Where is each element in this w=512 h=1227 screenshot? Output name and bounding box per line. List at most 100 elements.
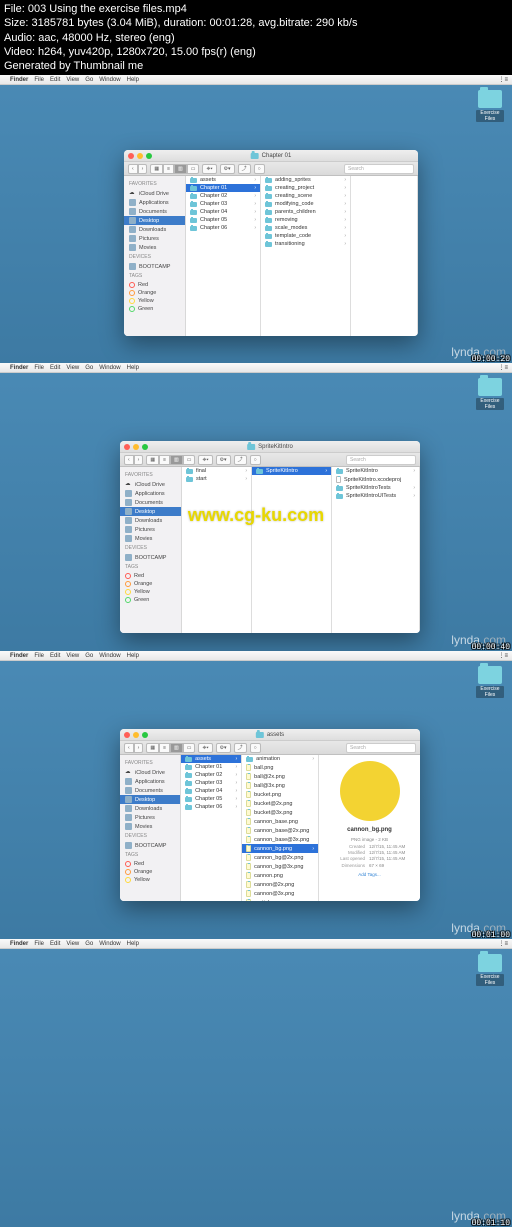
- column-row[interactable]: assets›: [186, 176, 260, 184]
- sidebar-icloud[interactable]: ☁iCloud Drive: [120, 480, 181, 489]
- column-row[interactable]: ball@2x.png: [242, 772, 318, 781]
- menu-edit[interactable]: Edit: [50, 653, 60, 659]
- sidebar-documents[interactable]: Documents: [124, 207, 185, 216]
- column-row[interactable]: ball@3x.png: [242, 781, 318, 790]
- sidebar-bootcamp[interactable]: BOOTCAMP: [120, 553, 181, 562]
- menu-help[interactable]: Help: [127, 365, 139, 371]
- sidebar-tag-yellow[interactable]: Yellow: [124, 297, 185, 305]
- sidebar-desktop[interactable]: Desktop: [124, 216, 185, 225]
- sidebar-movies[interactable]: Movies: [120, 534, 181, 543]
- menu-help[interactable]: Help: [127, 653, 139, 659]
- column-row[interactable]: SpriteKitIntro.xcodeproj: [332, 475, 419, 484]
- minimize-button[interactable]: [133, 732, 139, 738]
- view-icon-button[interactable]: ▦: [146, 743, 159, 753]
- menu-view[interactable]: View: [66, 941, 79, 947]
- sidebar-tag-yellow[interactable]: Yellow: [120, 876, 180, 884]
- column-row[interactable]: adding_sprites›: [261, 176, 350, 184]
- minimize-button[interactable]: [133, 444, 139, 450]
- search-input[interactable]: Search: [346, 455, 416, 465]
- column-row[interactable]: cannon@3x.png: [242, 889, 318, 898]
- menu-view[interactable]: View: [66, 365, 79, 371]
- column-row[interactable]: cannon_base@2x.png: [242, 826, 318, 835]
- column-row[interactable]: removing›: [261, 216, 350, 224]
- menu-view[interactable]: View: [66, 653, 79, 659]
- sidebar-pictures[interactable]: Pictures: [120, 813, 180, 822]
- column-row[interactable]: cannon_base@3x.png: [242, 835, 318, 844]
- sidebar-downloads[interactable]: Downloads: [120, 516, 181, 525]
- menu-go[interactable]: Go: [85, 77, 93, 83]
- column-row[interactable]: start›: [182, 475, 251, 483]
- column-row[interactable]: cannon_base.png: [242, 817, 318, 826]
- desktop-folder-icon[interactable]: Exercise Files: [476, 666, 504, 698]
- desktop-folder-icon[interactable]: Exercise Files: [476, 378, 504, 410]
- close-button[interactable]: [124, 444, 130, 450]
- menubar-app[interactable]: Finder: [10, 941, 28, 947]
- sidebar-documents[interactable]: Documents: [120, 786, 180, 795]
- column-row[interactable]: bucket@3x.png: [242, 808, 318, 817]
- column-row[interactable]: final›: [182, 467, 251, 475]
- sidebar-tag-yellow[interactable]: Yellow: [120, 588, 181, 596]
- sidebar-bootcamp[interactable]: BOOTCAMP: [124, 262, 185, 271]
- action-button[interactable]: ⚙▾: [216, 743, 231, 753]
- column-row[interactable]: cannon@2x.png: [242, 880, 318, 889]
- minimize-button[interactable]: [137, 153, 143, 159]
- column-row[interactable]: transitioning›: [261, 240, 350, 248]
- sidebar-tag-orange[interactable]: Orange: [124, 289, 185, 297]
- action-button[interactable]: ⚙▾: [216, 455, 231, 465]
- sidebar-movies[interactable]: Movies: [124, 243, 185, 252]
- sidebar-applications[interactable]: Applications: [124, 198, 185, 207]
- view-cover-button[interactable]: ▭: [183, 455, 196, 465]
- menu-edit[interactable]: Edit: [50, 365, 60, 371]
- back-button[interactable]: ‹: [124, 743, 134, 753]
- column-row[interactable]: Chapter 05›: [181, 795, 241, 803]
- tag-button[interactable]: ○: [254, 164, 265, 174]
- view-list-button[interactable]: ≡: [159, 743, 170, 753]
- column-row[interactable]: Chapter 05›: [186, 216, 260, 224]
- column-row[interactable]: Chapter 06›: [181, 803, 241, 811]
- menu-file[interactable]: File: [34, 941, 44, 947]
- sidebar-desktop[interactable]: Desktop: [120, 795, 180, 804]
- sidebar-tag-green[interactable]: Green: [120, 596, 181, 604]
- view-icon-button[interactable]: ▦: [146, 455, 159, 465]
- column-row[interactable]: Chapter 04›: [186, 208, 260, 216]
- tag-button[interactable]: ○: [250, 455, 261, 465]
- wifi-icon[interactable]: ⋮≡: [498, 940, 508, 947]
- desktop-folder-icon[interactable]: Exercise Files: [476, 90, 504, 122]
- back-button[interactable]: ‹: [124, 455, 134, 465]
- menu-help[interactable]: Help: [127, 77, 139, 83]
- menu-edit[interactable]: Edit: [50, 77, 60, 83]
- column-row[interactable]: cannon_bg@3x.png: [242, 862, 318, 871]
- add-tags-link[interactable]: Add Tags...: [325, 872, 414, 878]
- sidebar-desktop[interactable]: Desktop: [120, 507, 181, 516]
- zoom-button[interactable]: [142, 444, 148, 450]
- menubar-app[interactable]: Finder: [10, 77, 28, 83]
- sidebar-downloads[interactable]: Downloads: [120, 804, 180, 813]
- menu-file[interactable]: File: [34, 653, 44, 659]
- column-row[interactable]: Chapter 02›: [186, 192, 260, 200]
- column-row[interactable]: animation›: [242, 755, 318, 763]
- forward-button[interactable]: ›: [138, 164, 148, 174]
- view-list-button[interactable]: ≡: [163, 164, 174, 174]
- column-row[interactable]: SpriteKitIntroUITests›: [332, 492, 419, 500]
- wifi-icon[interactable]: ⋮≡: [498, 364, 508, 371]
- view-column-button[interactable]: ▥: [170, 455, 183, 465]
- action-button[interactable]: ⚙▾: [220, 164, 235, 174]
- sidebar-tag-red[interactable]: Red: [120, 860, 180, 868]
- menu-help[interactable]: Help: [127, 941, 139, 947]
- forward-button[interactable]: ›: [134, 455, 144, 465]
- sidebar-icloud[interactable]: ☁iCloud Drive: [124, 189, 185, 198]
- column-row[interactable]: creating_scene›: [261, 192, 350, 200]
- view-list-button[interactable]: ≡: [159, 455, 170, 465]
- menu-go[interactable]: Go: [85, 941, 93, 947]
- wifi-icon[interactable]: ⋮≡: [498, 76, 508, 83]
- sidebar-tag-green[interactable]: Green: [124, 305, 185, 313]
- forward-button[interactable]: ›: [134, 743, 144, 753]
- column-row[interactable]: SpriteKitIntro›: [332, 467, 419, 475]
- menu-go[interactable]: Go: [85, 653, 93, 659]
- column-row[interactable]: bucket.png: [242, 790, 318, 799]
- menubar-app[interactable]: Finder: [10, 365, 28, 371]
- back-button[interactable]: ‹: [128, 164, 138, 174]
- desktop-folder-icon[interactable]: Exercise Files: [476, 954, 504, 986]
- menu-view[interactable]: View: [66, 77, 79, 83]
- zoom-button[interactable]: [146, 153, 152, 159]
